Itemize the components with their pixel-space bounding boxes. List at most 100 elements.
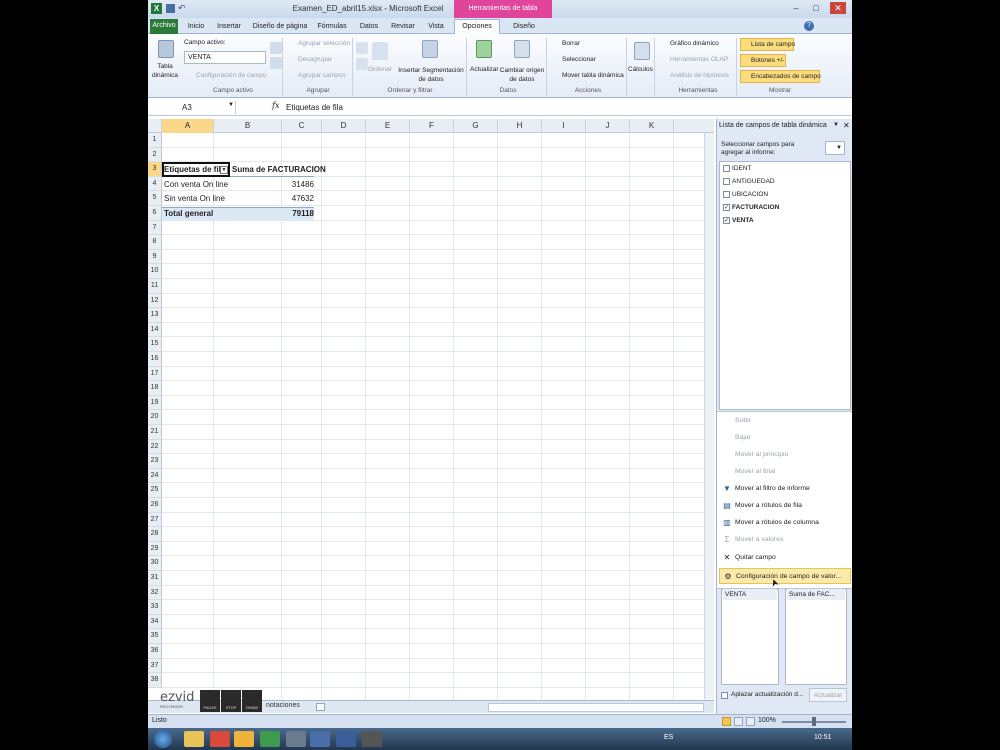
row-header[interactable]: 26: [148, 498, 162, 513]
excel-taskbar-icon[interactable]: [260, 731, 280, 747]
tab-diseno[interactable]: Diseño: [506, 20, 542, 34]
actualizar-button[interactable]: Actualizar: [470, 66, 499, 73]
menu-item[interactable]: Bajar: [719, 430, 851, 446]
app5-taskbar-icon[interactable]: [362, 731, 382, 747]
tab-inicio[interactable]: Inicio: [182, 20, 210, 34]
expand-field-icon[interactable]: [270, 42, 282, 54]
row-header[interactable]: 4: [148, 176, 162, 192]
new-sheet-icon[interactable]: [316, 703, 325, 711]
column-header[interactable]: F: [410, 119, 454, 133]
update-button[interactable]: Actualizar: [809, 688, 847, 702]
tab-insertar[interactable]: Insertar: [214, 20, 244, 34]
app3-taskbar-icon[interactable]: [310, 731, 330, 747]
formula-input[interactable]: Etiquetas de fila: [286, 101, 343, 114]
lista-campo-toggle[interactable]: Lista de campo: [740, 38, 795, 51]
row-header[interactable]: 17: [148, 366, 162, 382]
menu-item[interactable]: ⚙ Configuración de campo de valor...: [719, 568, 851, 584]
collapse-field-icon[interactable]: [270, 57, 282, 69]
row-header[interactable]: 34: [148, 614, 162, 630]
menu-item[interactable]: ▥ Mover a rótulos de columna: [719, 515, 851, 531]
spreadsheet-grid[interactable]: ABCDEFGHIJK 1 2 3 4 5 6 7 8 9 10 11 12 13 14 15 16 17 18 1…: [148, 119, 714, 704]
row-header[interactable]: 19: [148, 395, 162, 411]
agrupar-campos-button[interactable]: Agrupar campos: [288, 72, 346, 79]
field-item[interactable]: UBICACION: [723, 189, 768, 201]
page-layout-icon[interactable]: [734, 717, 743, 726]
sort-dialog-icon[interactable]: [372, 42, 388, 60]
tabla-dinamica-button[interactable]: Tabla dinámica: [150, 62, 180, 80]
row-header[interactable]: 10: [148, 264, 162, 279]
tab-diseno-pagina[interactable]: Diseño de página: [252, 20, 308, 34]
slicer-icon[interactable]: [422, 40, 438, 58]
menu-item[interactable]: ▼ Mover al filtro de informe: [719, 481, 851, 497]
field-checkbox[interactable]: ✓: [723, 216, 730, 224]
row-header[interactable]: 29: [148, 541, 162, 557]
botones-toggle[interactable]: Botones +/-: [740, 54, 786, 67]
clock[interactable]: 10:51: [814, 734, 832, 741]
row-header[interactable]: 35: [148, 629, 162, 644]
row-header[interactable]: 3: [148, 162, 162, 177]
row-header[interactable]: 24: [148, 468, 162, 484]
tab-revisar[interactable]: Revisar: [388, 20, 418, 34]
row-header[interactable]: 16: [148, 352, 162, 367]
refresh-icon[interactable]: [476, 40, 492, 58]
minimize-button[interactable]: –: [788, 2, 804, 14]
area-item-suma[interactable]: Suma de FAC...: [787, 589, 845, 600]
app4-taskbar-icon[interactable]: [336, 731, 356, 747]
agrupar-seleccion-button[interactable]: Agrupar selección: [288, 40, 350, 47]
configuracion-campo-button[interactable]: Configuración de campo: [186, 72, 266, 79]
field-item[interactable]: ANTIGUEDAD: [723, 176, 775, 188]
name-box[interactable]: A3: [158, 101, 236, 114]
pane-dropdown-icon[interactable]: ▼: [833, 122, 839, 128]
tab-vista[interactable]: Vista: [424, 20, 448, 34]
menu-item[interactable]: ▤ Mover a rótulos de fila: [719, 498, 851, 514]
defer-update-checkbox[interactable]: [721, 692, 728, 699]
tab-datos[interactable]: Datos: [356, 20, 382, 34]
row-header[interactable]: 14: [148, 322, 162, 338]
sort-za-icon[interactable]: [356, 58, 368, 70]
chevron-down-icon[interactable]: ▼: [228, 102, 234, 108]
zoom-level[interactable]: 100%: [758, 717, 776, 724]
help-icon[interactable]: ?: [804, 21, 814, 31]
zoom-thumb[interactable]: [812, 717, 816, 726]
row-header[interactable]: 37: [148, 658, 162, 674]
normal-view-icon[interactable]: [722, 717, 731, 726]
row-header[interactable]: 32: [148, 585, 162, 601]
cambiar-origen-button[interactable]: Cambiar origen de datos: [498, 66, 546, 84]
row-header[interactable]: 9: [148, 249, 162, 265]
tab-archivo[interactable]: Archivo: [150, 19, 178, 34]
area-box-left[interactable]: [721, 589, 779, 685]
column-header[interactable]: A: [162, 119, 214, 133]
maximize-button[interactable]: □: [808, 2, 824, 14]
pivot-table-icon[interactable]: [158, 40, 174, 58]
close-button[interactable]: ✕: [830, 2, 846, 14]
column-header[interactable]: C: [282, 119, 322, 133]
row-header[interactable]: 11: [148, 279, 162, 294]
row-header[interactable]: 1: [148, 133, 162, 148]
desagrupar-button[interactable]: Desagrupar: [288, 56, 332, 63]
field-item[interactable]: ✓ FACTURACION: [723, 202, 779, 214]
calculos-button[interactable]: Cálculos: [628, 66, 653, 73]
filter-dropdown-icon[interactable]: ▼: [220, 166, 228, 174]
row-header[interactable]: 8: [148, 235, 162, 250]
select-all-corner[interactable]: [148, 119, 162, 133]
field-checkbox[interactable]: [723, 190, 730, 198]
row-header[interactable]: 22: [148, 439, 162, 455]
menu-item[interactable]: Σ Mover a valores: [719, 532, 851, 548]
row-header[interactable]: 2: [148, 147, 162, 163]
tab-opciones[interactable]: Opciones: [454, 19, 500, 34]
page-break-icon[interactable]: [746, 717, 755, 726]
sort-az-icon[interactable]: [356, 42, 368, 54]
column-header[interactable]: K: [630, 119, 674, 133]
row-header[interactable]: 15: [148, 337, 162, 352]
campo-activo-input[interactable]: VENTA: [184, 51, 266, 64]
fx-icon[interactable]: fx: [272, 101, 279, 110]
row-header[interactable]: 28: [148, 527, 162, 542]
row-header[interactable]: 33: [148, 600, 162, 615]
row-header[interactable]: 13: [148, 308, 162, 323]
chrome-taskbar-icon[interactable]: [210, 731, 230, 747]
pivot-row-label[interactable]: Con venta On line: [164, 178, 228, 192]
mover-tabla-button[interactable]: Mover tabla dinámica: [552, 72, 624, 79]
vertical-scrollbar[interactable]: [704, 133, 714, 699]
column-header[interactable]: H: [498, 119, 542, 133]
tab-formulas[interactable]: Fórmulas: [316, 20, 348, 34]
